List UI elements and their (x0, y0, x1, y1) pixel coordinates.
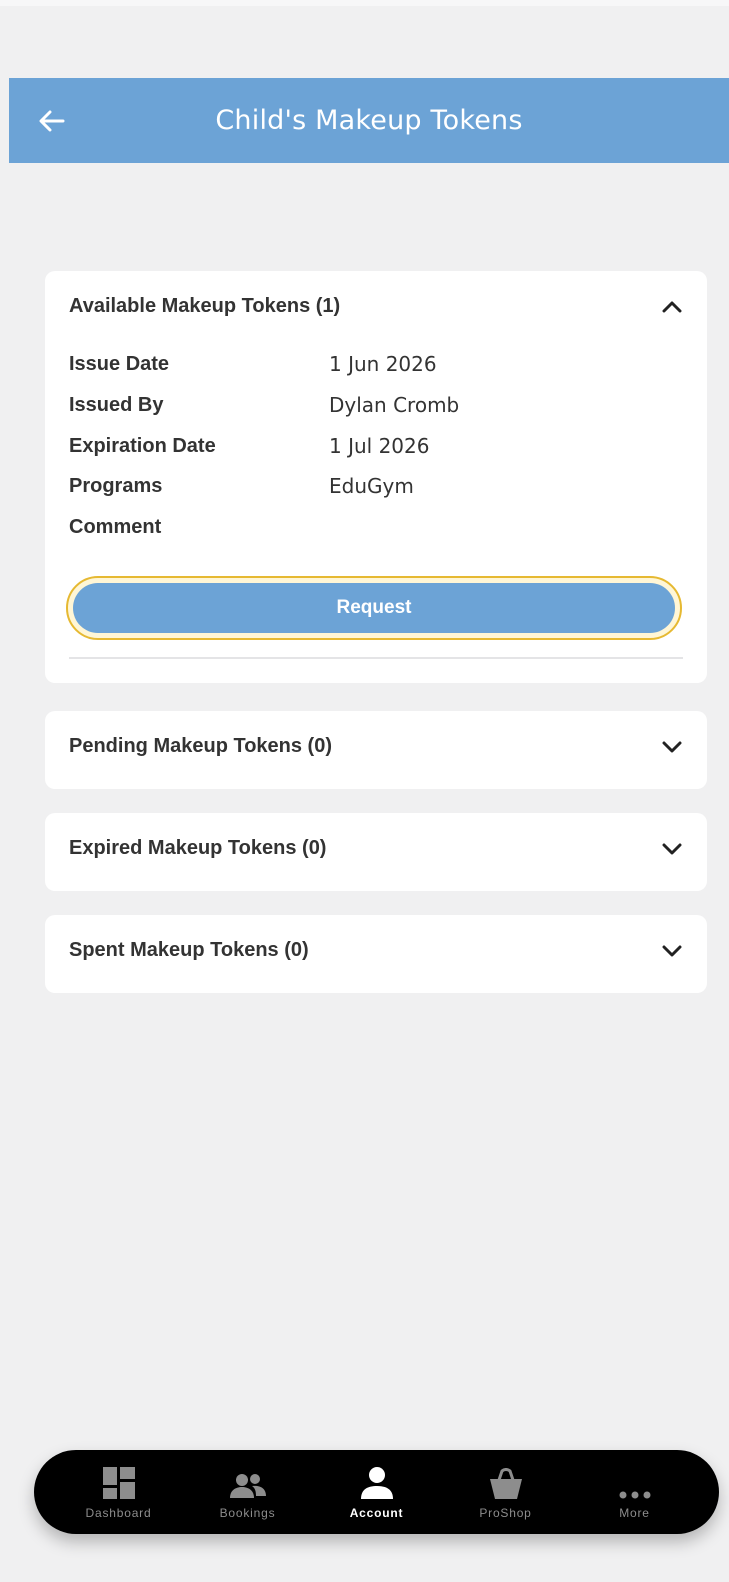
spent-tokens-title: Spent Makeup Tokens (0) (69, 939, 309, 961)
nav-more[interactable]: More (580, 1464, 690, 1520)
expiration-date-label: Expiration Date (69, 434, 216, 457)
expiration-date-row: Expiration Date 1 Jul 2026 (69, 431, 429, 461)
nav-account[interactable]: Account (322, 1464, 432, 1520)
comment-label: Comment (69, 515, 162, 538)
issued-by-value: Dylan Cromb (329, 393, 460, 417)
nav-more-label: More (619, 1506, 650, 1520)
pending-tokens-header[interactable]: Pending Makeup Tokens (0) (69, 735, 683, 758)
programs-row: Programs EduGym (69, 471, 414, 501)
dashboard-icon (102, 1467, 135, 1499)
issue-date-value: 1 Jun 2026 (329, 352, 437, 376)
available-tokens-header[interactable]: Available Makeup Tokens (1) (69, 295, 683, 318)
chevron-up-icon[interactable] (661, 296, 683, 318)
issue-date-row: Issue Date 1 Jun 2026 (69, 349, 437, 379)
chevron-down-icon[interactable] (661, 838, 683, 860)
expiration-date-value: 1 Jul 2026 (329, 434, 430, 458)
arrow-left-icon (39, 110, 65, 132)
nav-dashboard[interactable]: Dashboard (64, 1464, 174, 1520)
comment-row: Comment (69, 512, 329, 542)
nav-dashboard-label: Dashboard (85, 1506, 152, 1520)
request-button-focus-ring: Request (66, 576, 682, 640)
chevron-down-icon[interactable] (661, 736, 683, 758)
basket-icon (489, 1468, 522, 1499)
programs-label: Programs (69, 474, 163, 497)
issued-by-label: Issued By (69, 393, 164, 416)
issued-by-row: Issued By Dylan Cromb (69, 390, 459, 420)
bottom-nav-bar: Dashboard Bookings Account ProShop More (34, 1450, 719, 1534)
spent-tokens-header[interactable]: Spent Makeup Tokens (0) (69, 939, 683, 962)
expired-tokens-card[interactable]: Expired Makeup Tokens (0) (45, 813, 707, 891)
page-title: Child's Makeup Tokens (215, 105, 523, 136)
people-icon (229, 1474, 266, 1498)
programs-value: EduGym (329, 474, 414, 498)
expired-tokens-title: Expired Makeup Tokens (0) (69, 837, 327, 859)
more-icon (619, 1491, 650, 1499)
pending-tokens-title: Pending Makeup Tokens (0) (69, 735, 332, 757)
nav-account-label: Account (349, 1506, 404, 1520)
request-button[interactable]: Request (73, 583, 675, 633)
app-header: Child's Makeup Tokens (9, 78, 729, 163)
expired-tokens-header[interactable]: Expired Makeup Tokens (0) (69, 837, 683, 860)
chevron-down-icon[interactable] (661, 940, 683, 962)
available-tokens-title: Available Makeup Tokens (1) (69, 295, 341, 317)
pending-tokens-card[interactable]: Pending Makeup Tokens (0) (45, 711, 707, 789)
available-tokens-card: Available Makeup Tokens (1) Issue Date 1… (45, 271, 707, 683)
issue-date-label: Issue Date (69, 352, 170, 375)
status-bar-area (0, 0, 729, 6)
person-icon (360, 1467, 393, 1499)
spent-tokens-card[interactable]: Spent Makeup Tokens (0) (45, 915, 707, 993)
nav-bookings-label: Bookings (219, 1506, 276, 1520)
nav-proshop[interactable]: ProShop (451, 1464, 561, 1520)
nav-proshop-label: ProShop (479, 1506, 532, 1520)
nav-bookings[interactable]: Bookings (193, 1464, 303, 1520)
divider (69, 657, 683, 659)
back-button[interactable] (37, 106, 67, 136)
